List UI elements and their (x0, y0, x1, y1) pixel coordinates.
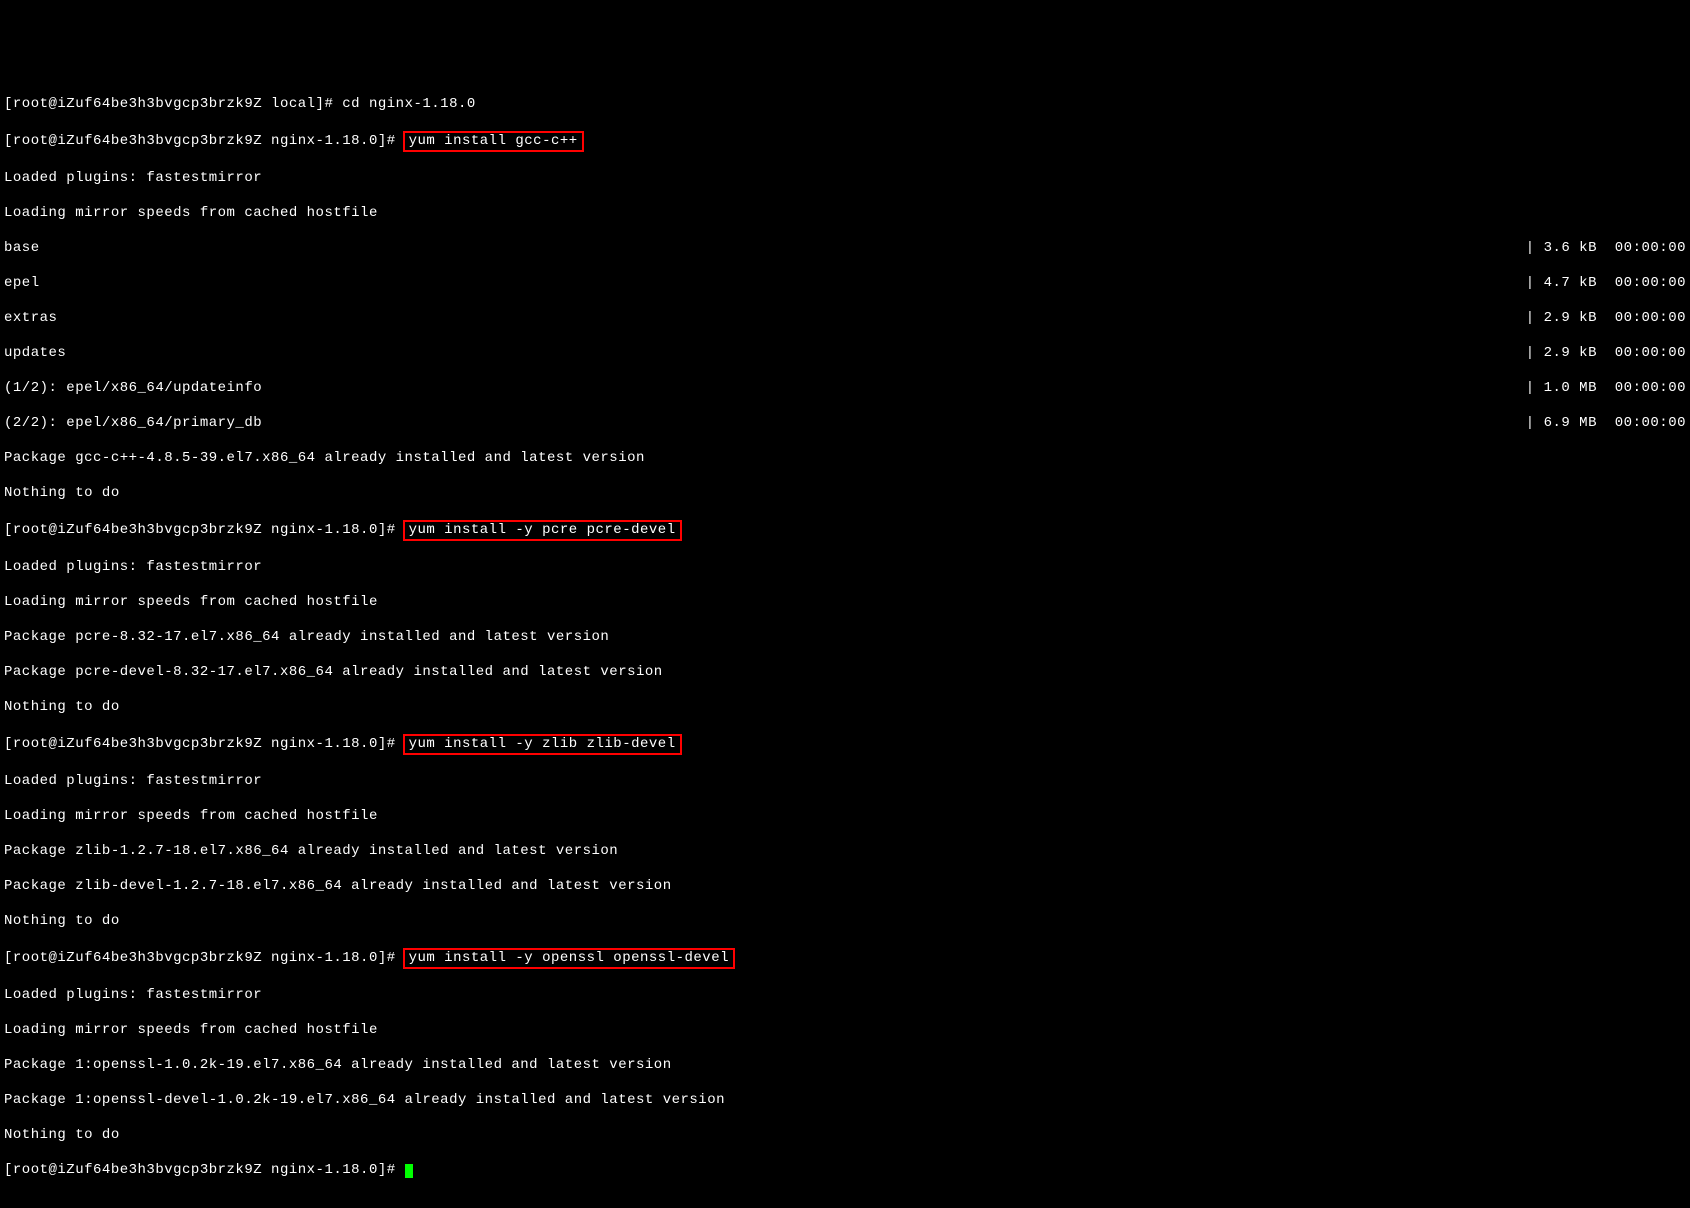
output-line: Loading mirror speeds from cached hostfi… (4, 808, 1686, 826)
output-line: Nothing to do (4, 1127, 1686, 1145)
repo-name: base (4, 240, 40, 258)
output-line: Package 1:openssl-devel-1.0.2k-19.el7.x8… (4, 1092, 1686, 1110)
output-line: Loaded plugins: fastestmirror (4, 559, 1686, 577)
output-line: Nothing to do (4, 913, 1686, 931)
output-line: Loading mirror speeds from cached hostfi… (4, 205, 1686, 223)
shell-prompt: [root@iZuf64be3h3bvgcp3brzk9Z nginx-1.18… (4, 133, 405, 149)
repo-size: | 1.0 MB 00:00:00 (1506, 380, 1686, 398)
output-line: Loading mirror speeds from cached hostfi… (4, 1022, 1686, 1040)
repo-size: | 4.7 kB 00:00:00 (1506, 275, 1686, 293)
repo-line: base | 3.6 kB 00:00:00 (4, 240, 1686, 258)
repo-line: epel | 4.7 kB 00:00:00 (4, 275, 1686, 293)
terminal-line: [root@iZuf64be3h3bvgcp3brzk9Z nginx-1.18… (4, 948, 1686, 970)
download-item: (2/2): epel/x86_64/primary_db (4, 415, 262, 433)
repo-line: extras | 2.9 kB 00:00:00 (4, 310, 1686, 328)
repo-size: | 3.6 kB 00:00:00 (1506, 240, 1686, 258)
output-line: Package zlib-1.2.7-18.el7.x86_64 already… (4, 843, 1686, 861)
output-line: Package 1:openssl-1.0.2k-19.el7.x86_64 a… (4, 1057, 1686, 1075)
terminal-output: [root@iZuf64be3h3bvgcp3brzk9Z local]# cd… (4, 78, 1686, 1197)
output-line: Loaded plugins: fastestmirror (4, 170, 1686, 188)
output-line: Package pcre-devel-8.32-17.el7.x86_64 al… (4, 664, 1686, 682)
repo-size: | 2.9 kB 00:00:00 (1506, 345, 1686, 363)
terminal-line: [root@iZuf64be3h3bvgcp3brzk9Z nginx-1.18… (4, 131, 1686, 153)
download-item: (1/2): epel/x86_64/updateinfo (4, 380, 262, 398)
repo-name: extras (4, 310, 57, 328)
output-line: Loading mirror speeds from cached hostfi… (4, 594, 1686, 612)
output-line: Package gcc-c++-4.8.5-39.el7.x86_64 alre… (4, 450, 1686, 468)
output-line: Package zlib-devel-1.2.7-18.el7.x86_64 a… (4, 878, 1686, 896)
output-line: Nothing to do (4, 699, 1686, 717)
output-line: Loaded plugins: fastestmirror (4, 987, 1686, 1005)
shell-prompt: [root@iZuf64be3h3bvgcp3brzk9Z nginx-1.18… (4, 522, 405, 538)
highlighted-command: yum install -y openssl openssl-devel (403, 948, 735, 970)
highlighted-command: yum install -y pcre pcre-devel (403, 520, 682, 542)
terminal-line[interactable]: [root@iZuf64be3h3bvgcp3brzk9Z nginx-1.18… (4, 1162, 1686, 1180)
shell-prompt: [root@iZuf64be3h3bvgcp3brzk9Z nginx-1.18… (4, 736, 405, 752)
cursor-icon (405, 1164, 413, 1178)
terminal-line: [root@iZuf64be3h3bvgcp3brzk9Z nginx-1.18… (4, 520, 1686, 542)
command-text: cd nginx-1.18.0 (342, 96, 476, 112)
shell-prompt: [root@iZuf64be3h3bvgcp3brzk9Z local]# (4, 96, 342, 112)
highlighted-command: yum install gcc-c++ (403, 131, 584, 153)
shell-prompt: [root@iZuf64be3h3bvgcp3brzk9Z nginx-1.18… (4, 1162, 405, 1178)
repo-name: updates (4, 345, 66, 363)
repo-line: updates | 2.9 kB 00:00:00 (4, 345, 1686, 363)
shell-prompt: [root@iZuf64be3h3bvgcp3brzk9Z nginx-1.18… (4, 950, 405, 966)
output-line: Loaded plugins: fastestmirror (4, 773, 1686, 791)
repo-size: | 6.9 MB 00:00:00 (1506, 415, 1686, 433)
repo-size: | 2.9 kB 00:00:00 (1506, 310, 1686, 328)
repo-line: (1/2): epel/x86_64/updateinfo | 1.0 MB 00… (4, 380, 1686, 398)
terminal-line: [root@iZuf64be3h3bvgcp3brzk9Z local]# cd… (4, 96, 1686, 114)
repo-name: epel (4, 275, 40, 293)
terminal-line: [root@iZuf64be3h3bvgcp3brzk9Z nginx-1.18… (4, 734, 1686, 756)
output-line: Package pcre-8.32-17.el7.x86_64 already … (4, 629, 1686, 647)
output-line: Nothing to do (4, 485, 1686, 503)
highlighted-command: yum install -y zlib zlib-devel (403, 734, 682, 756)
repo-line: (2/2): epel/x86_64/primary_db | 6.9 MB 00… (4, 415, 1686, 433)
